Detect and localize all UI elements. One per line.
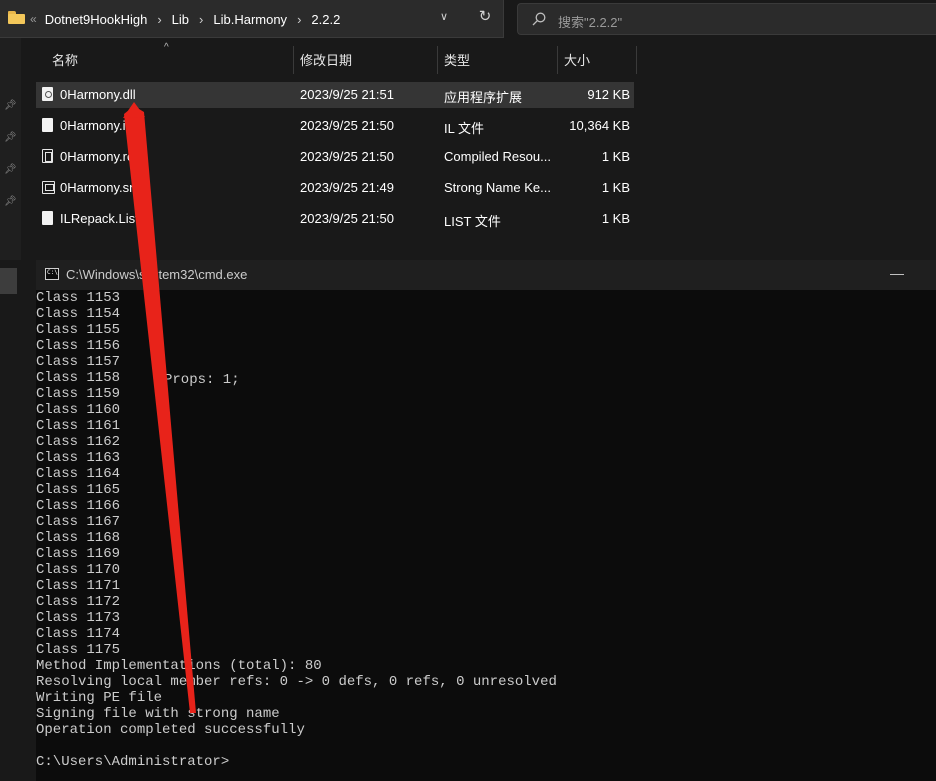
- navigation-pane: 📌︎ 📌︎ 📌︎ 📌︎: [0, 38, 21, 260]
- key-file-icon: [42, 181, 55, 194]
- nav-selection-indicator: [0, 268, 17, 294]
- file-row[interactable]: ILRepack.List 2023/9/25 21:50 LIST 文件 1 …: [36, 206, 634, 232]
- column-divider[interactable]: [557, 46, 558, 74]
- file-type: 应用程序扩展: [444, 90, 523, 105]
- console-line: Class 1174: [36, 626, 121, 642]
- chevron-right-icon[interactable]: ›: [157, 12, 161, 27]
- file-size: 1 KB: [601, 211, 630, 226]
- pin-icon[interactable]: 📌︎: [4, 164, 17, 176]
- cmd-window: C:\Windows\system32\cmd.exe — Class 1153…: [36, 260, 936, 781]
- file-explorer: « Dotnet9HookHigh › Lib › Lib.Harmony › …: [0, 0, 936, 260]
- file-date: 2023/9/25 21:51: [300, 87, 394, 102]
- breadcrumb-item-version[interactable]: 2.2.2: [311, 12, 340, 27]
- file-size: 1 KB: [601, 149, 630, 164]
- file-date: 2023/9/25 21:50: [300, 211, 394, 226]
- chevron-right-icon[interactable]: ›: [199, 12, 203, 27]
- file-name: 0Harmony.re: [60, 149, 135, 164]
- console-line: Signing file with strong name: [36, 706, 280, 722]
- file-icon: [42, 118, 53, 132]
- folder-icon: [8, 11, 25, 24]
- console-line: Class 1155: [36, 322, 121, 338]
- sort-ascending-icon: ^: [164, 42, 169, 53]
- file-row[interactable]: 0Harmony.sn 2023/9/25 21:49 Strong Name …: [36, 175, 634, 201]
- console-line: Method Implementations (total): 80: [36, 658, 322, 674]
- search-placeholder: 搜索"2.2.2": [558, 15, 623, 30]
- file-icon: [42, 211, 53, 225]
- breadcrumb-item-lib-harmony[interactable]: Lib.Harmony: [213, 12, 287, 27]
- console-line: Class 1173: [36, 610, 121, 626]
- chevron-down-icon[interactable]: ∨: [440, 10, 448, 23]
- file-type: IL 文件: [444, 121, 484, 136]
- file-name: 0Harmony.sn: [60, 180, 137, 195]
- column-divider[interactable]: [437, 46, 438, 74]
- console-line: Class 1172: [36, 594, 121, 610]
- pin-icon[interactable]: 📌︎: [4, 100, 17, 112]
- dll-file-icon: [42, 87, 53, 101]
- resource-file-icon: [42, 149, 53, 163]
- console-output[interactable]: Class 1153 Class 1154 Class 1155 Class 1156…: [36, 290, 936, 781]
- console-line: Class 1171: [36, 578, 121, 594]
- column-divider[interactable]: [636, 46, 637, 74]
- breadcrumb-item-lib[interactable]: Lib: [172, 12, 189, 27]
- column-header-name[interactable]: 名称: [52, 46, 78, 76]
- search-icon: [532, 12, 546, 26]
- refresh-icon[interactable]: ↻: [476, 8, 494, 26]
- cmd-title-bar[interactable]: C:\Windows\system32\cmd.exe —: [36, 260, 936, 290]
- console-line: Class 1169: [36, 546, 121, 562]
- breadcrumb: « Dotnet9HookHigh › Lib › Lib.Harmony › …: [30, 11, 340, 27]
- console-line: Class 1166: [36, 498, 121, 514]
- console-line: Class 1168: [36, 530, 121, 546]
- chevron-right-icon[interactable]: ›: [297, 12, 301, 27]
- file-date: 2023/9/25 21:50: [300, 118, 394, 133]
- breadcrumb-item-dotnet9hookhigh[interactable]: Dotnet9HookHigh: [45, 12, 148, 27]
- console-line: Class 1170: [36, 562, 121, 578]
- console-line: Class 1160: [36, 402, 121, 418]
- console-line: Class 1163: [36, 450, 121, 466]
- minimize-icon[interactable]: —: [890, 266, 904, 280]
- console-line: Class 1161: [36, 418, 121, 434]
- file-name: ILRepack.List: [60, 211, 139, 226]
- console-line: Resolving local member refs: 0 -> 0 defs…: [36, 674, 557, 690]
- column-divider[interactable]: [293, 46, 294, 74]
- vertical-scrollbar[interactable]: [914, 38, 936, 258]
- pin-icon[interactable]: 📌︎: [4, 196, 17, 208]
- pin-icon[interactable]: 📌︎: [4, 132, 17, 144]
- file-type: Strong Name Ke...: [444, 180, 551, 195]
- search-input[interactable]: 搜索"2.2.2": [517, 3, 936, 35]
- console-line: Operation completed successfully: [36, 722, 305, 738]
- column-header-size[interactable]: 大小: [564, 46, 590, 76]
- column-header-type[interactable]: 类型: [444, 46, 470, 76]
- file-size: 10,364 KB: [569, 118, 630, 133]
- console-line: Class 1165: [36, 482, 121, 498]
- console-props-text: Props: 1;: [164, 372, 240, 388]
- console-line: Class 1164: [36, 466, 121, 482]
- file-type: Compiled Resou...: [444, 149, 551, 164]
- file-type: LIST 文件: [444, 214, 501, 229]
- console-line: Class 1156: [36, 338, 121, 354]
- console-line: Writing PE file: [36, 690, 163, 706]
- console-line: Class 1157: [36, 354, 121, 370]
- file-row[interactable]: 0Harmony.dll 2023/9/25 21:51 应用程序扩展 912 …: [36, 82, 634, 108]
- file-size: 912 KB: [587, 87, 630, 102]
- file-date: 2023/9/25 21:49: [300, 180, 394, 195]
- console-line: Class 1154: [36, 306, 121, 322]
- console-line: C:\Users\Administrator>: [36, 754, 230, 770]
- address-bar[interactable]: « Dotnet9HookHigh › Lib › Lib.Harmony › …: [0, 0, 504, 38]
- file-name: 0Harmony.il: [60, 118, 129, 133]
- console-line: Class 1159: [36, 386, 121, 402]
- cmd-icon: [45, 268, 59, 280]
- file-row[interactable]: 0Harmony.il 2023/9/25 21:50 IL 文件 10,364…: [36, 113, 634, 139]
- file-row[interactable]: 0Harmony.re 2023/9/25 21:50 Compiled Res…: [36, 144, 634, 170]
- cmd-title: C:\Windows\system32\cmd.exe: [66, 267, 248, 282]
- file-name: 0Harmony.dll: [60, 87, 136, 102]
- file-size: 1 KB: [601, 180, 630, 195]
- console-line: Class 1175: [36, 642, 121, 658]
- console-line: Class 1162: [36, 434, 121, 450]
- console-line: Class 1167: [36, 514, 121, 530]
- column-header-date[interactable]: 修改日期: [300, 46, 352, 76]
- file-date: 2023/9/25 21:50: [300, 149, 394, 164]
- console-line: Class 1153: [36, 290, 121, 306]
- breadcrumb-overflow-icon[interactable]: «: [30, 12, 37, 26]
